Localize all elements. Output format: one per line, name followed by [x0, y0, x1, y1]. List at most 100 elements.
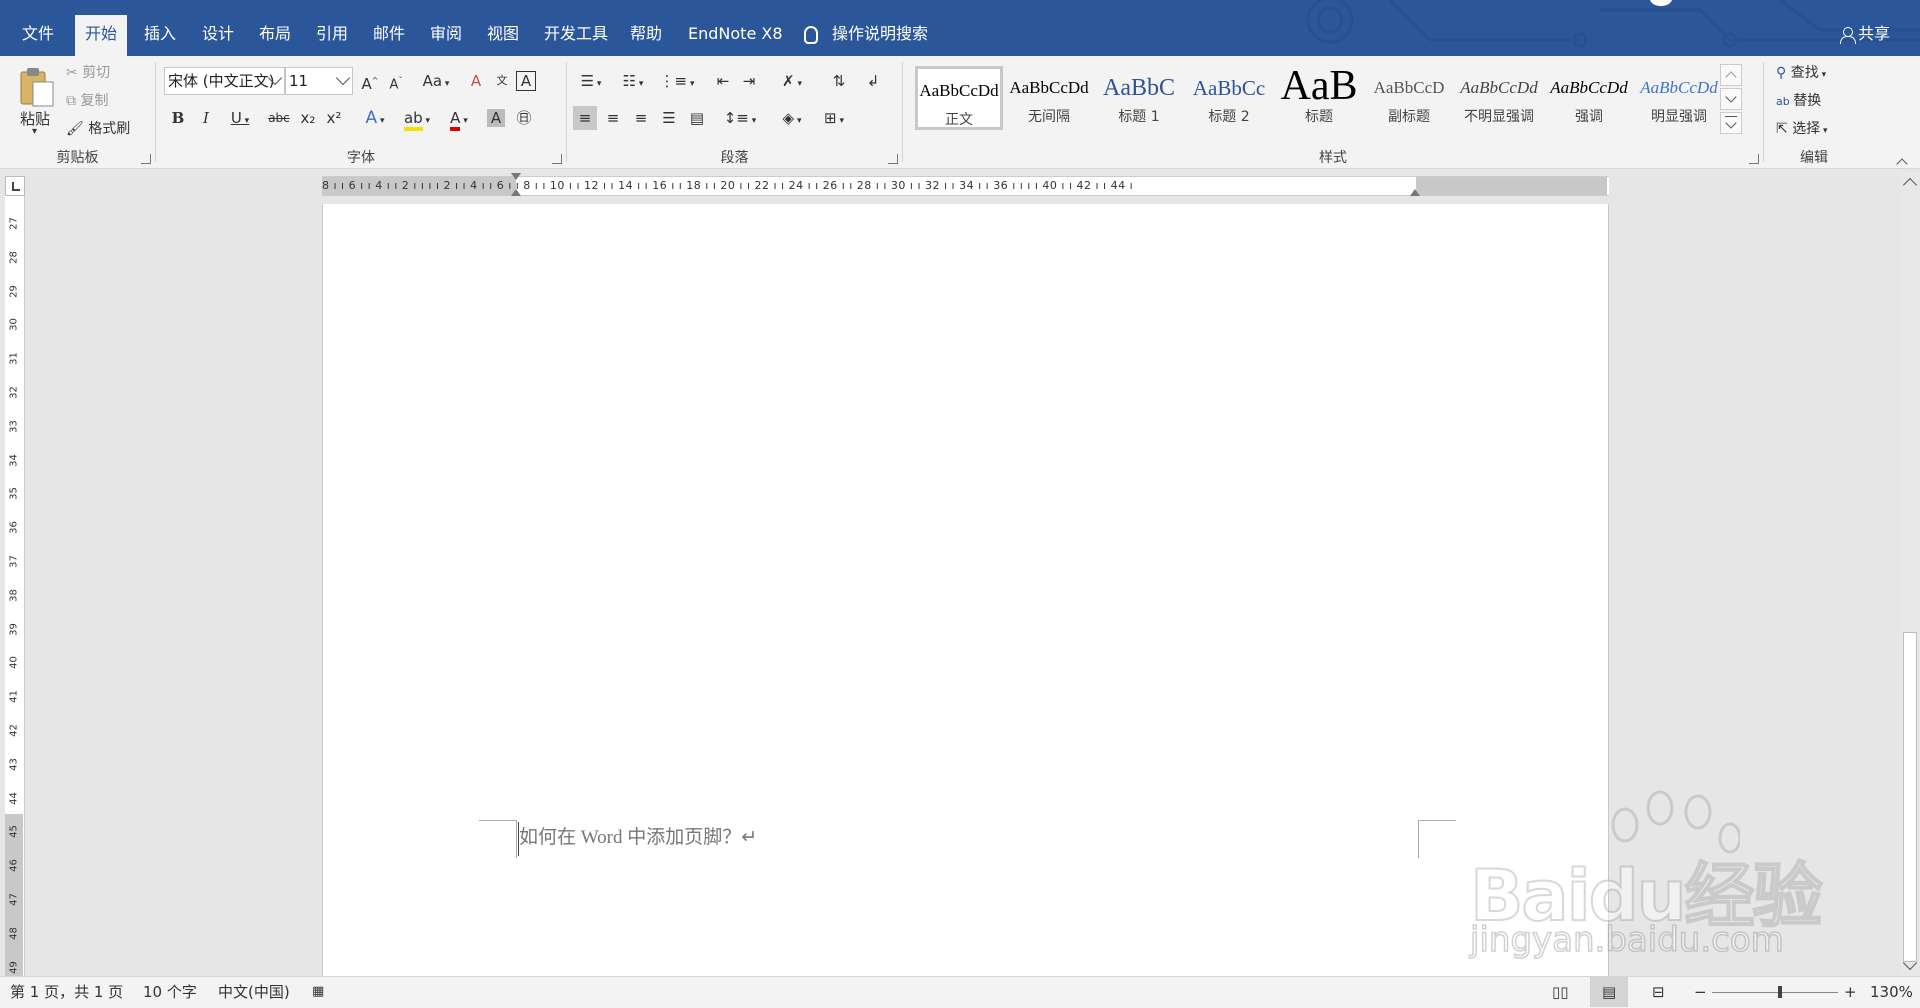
word-count[interactable]: 10 个字 — [143, 977, 197, 1007]
superscript-button[interactable]: x² — [322, 106, 346, 130]
vertical-ruler[interactable]: 27 28 29 30 31 32 33 34 35 36 37 38 39 40 41 42 43 44 45 46… — [5, 196, 25, 976]
pilcrow-icon: ↲ — [866, 72, 880, 90]
style-8[interactable]: AaBbCcDd 明显强调 — [1635, 66, 1723, 130]
chinese-layout-button[interactable]: ✗ ▾ — [775, 69, 809, 93]
italic-button[interactable]: I — [194, 106, 218, 130]
paste-button[interactable]: 粘贴 ▾ — [14, 62, 58, 142]
font-name-combo[interactable]: 宋体 (中文正文) — [164, 67, 285, 95]
bullets-button[interactable]: ☰ ▾ — [573, 69, 609, 93]
copy-button[interactable]: ⧉ 复制 — [66, 90, 108, 110]
format-painter-button[interactable]: 🖌 格式刷 — [66, 118, 130, 138]
styles-more-button[interactable] — [1720, 112, 1742, 134]
align-left-button[interactable]: ≡ — [573, 106, 597, 130]
increase-indent-button[interactable]: ⇥ — [737, 69, 761, 93]
tab-endnote[interactable]: EndNote X8 — [678, 19, 793, 49]
language-indicator[interactable]: 中文(中国) — [218, 977, 290, 1007]
numbering-button[interactable]: ☷ ▾ — [615, 69, 651, 93]
phonetic-guide-button[interactable]: 文 — [490, 69, 514, 93]
tab-view[interactable]: 视图 — [477, 19, 529, 49]
font-launcher-icon[interactable] — [552, 154, 562, 164]
paragraph-launcher-icon[interactable] — [888, 154, 898, 164]
vertical-ruler-number: 49 — [8, 960, 20, 974]
change-case-button[interactable]: Aa ▾ — [418, 69, 454, 93]
subscript-button[interactable]: x₂ — [296, 106, 320, 130]
align-center-button[interactable]: ≡ — [601, 106, 625, 130]
chevron-up-icon — [1725, 71, 1737, 83]
styles-scroll-down[interactable] — [1720, 88, 1742, 110]
strikethrough-button[interactable]: abc — [264, 106, 294, 130]
print-layout-icon[interactable]: ▤ — [1590, 977, 1629, 1007]
zoom-slider-knob[interactable] — [1778, 986, 1782, 998]
scrollbar-thumb[interactable] — [1903, 632, 1917, 962]
tab-design[interactable]: 设计 — [192, 19, 244, 49]
shrink-font-button[interactable]: Aˇ — [384, 69, 408, 93]
zoom-out-icon[interactable]: − — [1694, 977, 1707, 1007]
enclose-characters-button[interactable]: ㊐ — [512, 106, 536, 130]
first-line-indent-marker[interactable] — [511, 173, 521, 180]
replace-button[interactable]: ab 替换 — [1776, 90, 1821, 110]
document-page[interactable]: 如何在 Word 中添加页脚？↵ — [322, 204, 1609, 976]
web-layout-icon[interactable]: ⊟ — [1652, 977, 1665, 1007]
right-indent-marker[interactable] — [1410, 189, 1420, 196]
style-2[interactable]: AaBbC 标题 1 — [1095, 66, 1183, 130]
font-size-combo[interactable]: 11 — [285, 67, 353, 95]
distributed-button[interactable]: ▤ — [685, 106, 709, 130]
line-spacing-button[interactable]: ↕≡ ▾ — [723, 106, 757, 130]
tab-review[interactable]: 审阅 — [420, 19, 472, 49]
styles-launcher-icon[interactable] — [1749, 154, 1759, 164]
find-button[interactable]: ⚲ 查找 ▾ — [1776, 62, 1826, 82]
tab-selector[interactable] — [5, 176, 25, 196]
select-button[interactable]: ⇱ 选择 ▾ — [1776, 118, 1828, 138]
scroll-up-icon[interactable] — [1902, 177, 1918, 193]
macro-record-icon[interactable]: ▦ — [312, 977, 324, 1007]
shading-button[interactable]: ◈ ▾ — [775, 106, 809, 130]
character-shading-button[interactable]: A — [487, 109, 505, 127]
style-7[interactable]: AaBbCcDd 强调 — [1545, 66, 1633, 130]
hanging-indent-marker[interactable] — [511, 189, 521, 196]
share-button[interactable]: 共享 — [1839, 19, 1890, 49]
footer-text[interactable]: 如何在 Word 中添加页脚？↵ — [519, 822, 757, 849]
character-border-button[interactable]: A — [516, 71, 536, 91]
text-effects-button[interactable]: A ▾ — [358, 106, 392, 130]
style-0[interactable]: AaBbCcDd 正文 — [915, 66, 1003, 130]
style-1[interactable]: AaBbCcDd 无间隔 — [1005, 66, 1093, 130]
zoom-level[interactable]: 130% — [1870, 977, 1913, 1007]
align-right-button[interactable]: ≡ — [629, 106, 653, 130]
tell-me-search[interactable]: 操作说明搜索 — [804, 19, 928, 49]
tab-developer[interactable]: 开发工具 — [534, 19, 618, 49]
clear-formatting-button[interactable]: A — [464, 69, 488, 93]
highlight-button[interactable]: ab ▾ — [400, 106, 434, 131]
tab-layout[interactable]: 布局 — [249, 19, 301, 49]
grow-font-button[interactable]: A^ — [358, 69, 382, 93]
style-5[interactable]: AaBbCcD 副标题 — [1365, 66, 1453, 130]
decrease-indent-button[interactable]: ⇤ — [711, 69, 735, 93]
tab-file[interactable]: 文件 — [12, 19, 64, 49]
style-6[interactable]: AaBbCcDd 不明显强调 — [1455, 66, 1543, 130]
zoom-slider[interactable] — [1712, 986, 1838, 998]
clipboard-launcher-icon[interactable] — [141, 154, 151, 164]
justify-button[interactable]: ☰ — [657, 106, 681, 130]
tab-references[interactable]: 引用 — [306, 19, 358, 49]
page-count[interactable]: 第 1 页，共 1 页 — [10, 977, 123, 1007]
vertical-scrollbar[interactable] — [1900, 172, 1920, 976]
styles-scroll-up[interactable] — [1720, 64, 1742, 86]
bold-button[interactable]: B — [166, 106, 190, 130]
tab-help[interactable]: 帮助 — [620, 19, 672, 49]
show-formatting-button[interactable]: ↲ — [861, 69, 885, 93]
vertical-ruler-number: 41 — [8, 690, 20, 704]
read-mode-icon[interactable]: ▯▯ — [1552, 977, 1569, 1007]
horizontal-ruler[interactable]: 8 ı ı 6 ı ı 4 ı ı 2 ı ı ı ı 2 ı ı 4 ı ı … — [322, 173, 1609, 196]
tab-insert[interactable]: 插入 — [134, 19, 186, 49]
sort-button[interactable]: ⇅ — [827, 69, 851, 93]
collapse-ribbon-button[interactable] — [1896, 156, 1908, 170]
style-4[interactable]: AaB 标题 — [1275, 66, 1363, 130]
cut-button[interactable]: ✂ 剪切 — [66, 62, 110, 82]
font-color-button[interactable]: A ▾ — [442, 106, 476, 131]
tab-mailings[interactable]: 邮件 — [363, 19, 415, 49]
zoom-in-icon[interactable]: + — [1844, 977, 1857, 1007]
multilevel-list-button[interactable]: ⋮≡ ▾ — [659, 69, 695, 93]
underline-button[interactable]: U ▾ — [222, 106, 258, 130]
tab-home[interactable]: 开始 — [75, 15, 128, 56]
borders-button[interactable]: ⊞ ▾ — [817, 106, 851, 130]
style-3[interactable]: AaBbCc 标题 2 — [1185, 66, 1273, 130]
